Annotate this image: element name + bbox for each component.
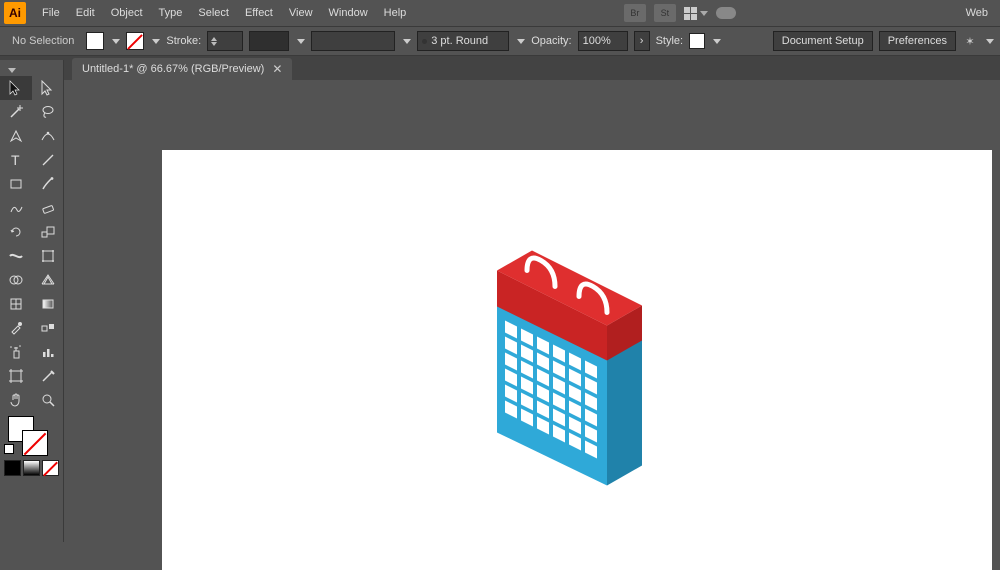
align-icon[interactable]: ✶: [962, 33, 978, 49]
rectangle-tool[interactable]: [0, 172, 32, 196]
selection-status: No Selection: [6, 35, 80, 47]
preferences-button[interactable]: Preferences: [879, 31, 956, 51]
control-bar: No Selection Stroke: 3 pt. Round Opacity…: [0, 26, 1000, 56]
document-setup-button[interactable]: Document Setup: [773, 31, 873, 51]
eyedropper-tool[interactable]: [0, 316, 32, 340]
default-fillstroke-icon[interactable]: [4, 444, 14, 454]
lasso-tool[interactable]: [32, 100, 64, 124]
brush-dropdown-icon[interactable]: [403, 39, 411, 44]
style-swatch[interactable]: [689, 33, 705, 49]
opacity-slider-toggle[interactable]: ›: [634, 31, 650, 51]
workspace[interactable]: [72, 80, 1000, 542]
free-transform-tool[interactable]: [32, 244, 64, 268]
fill-dropdown-icon[interactable]: [112, 39, 120, 44]
app-logo: Ai: [4, 2, 26, 24]
selection-tool[interactable]: [0, 76, 32, 100]
stroke-label: Stroke:: [166, 35, 201, 47]
calendar-artwork: [467, 210, 687, 493]
color-mode-none[interactable]: [42, 460, 59, 476]
opacity-label: Opacity:: [531, 35, 571, 47]
zoom-tool[interactable]: [32, 388, 64, 412]
artboard-tool[interactable]: [0, 364, 32, 388]
opacity-value: 100%: [583, 35, 611, 47]
menu-file[interactable]: File: [34, 3, 68, 23]
stock-icon[interactable]: St: [654, 4, 676, 22]
rotate-tool[interactable]: [0, 220, 32, 244]
column-graph-tool[interactable]: [32, 340, 64, 364]
menu-edit[interactable]: Edit: [68, 3, 103, 23]
width-tool[interactable]: [0, 244, 32, 268]
document-tab-title: Untitled-1* @ 66.67% (RGB/Preview): [82, 63, 264, 75]
type-tool[interactable]: T: [0, 148, 32, 172]
artboard[interactable]: [162, 150, 992, 570]
shape-builder-tool[interactable]: [0, 268, 32, 292]
line-tool[interactable]: [32, 148, 64, 172]
blend-tool[interactable]: [32, 316, 64, 340]
scale-tool[interactable]: [32, 220, 64, 244]
magic-wand-tool[interactable]: [0, 100, 32, 124]
bridge-icon[interactable]: Br: [624, 4, 646, 22]
stroke-color-icon[interactable]: [22, 430, 48, 456]
brush-name: 3 pt. Round: [431, 35, 488, 47]
curvature-tool[interactable]: [32, 124, 64, 148]
brush-select[interactable]: 3 pt. Round: [417, 31, 509, 51]
stroke-swatch[interactable]: [126, 32, 144, 50]
symbol-sprayer-tool[interactable]: [0, 340, 32, 364]
document-tab[interactable]: Untitled-1* @ 66.67% (RGB/Preview) ✕: [72, 58, 292, 80]
opacity-input[interactable]: 100%: [578, 31, 628, 51]
arrange-documents-icon[interactable]: [684, 7, 708, 20]
close-tab-icon[interactable]: ✕: [272, 62, 282, 76]
menu-help[interactable]: Help: [376, 3, 415, 23]
toolbox: T: [0, 60, 64, 542]
sync-icon[interactable]: [716, 7, 736, 19]
stroke-dropdown-icon[interactable]: [152, 39, 160, 44]
toolbox-handle[interactable]: [0, 64, 63, 76]
svg-text:T: T: [11, 152, 20, 168]
menu-type[interactable]: Type: [151, 3, 191, 23]
menu-window[interactable]: Window: [321, 3, 376, 23]
color-mode-gradient[interactable]: [23, 460, 40, 476]
align-dropdown-icon[interactable]: [986, 39, 994, 44]
brush-dot-icon: [422, 39, 427, 44]
perspective-grid-tool[interactable]: [32, 268, 64, 292]
color-mode-row: [0, 458, 63, 476]
workspace-switcher[interactable]: Web: [946, 3, 996, 23]
hand-tool[interactable]: [0, 388, 32, 412]
stroke-weight-input[interactable]: [207, 31, 243, 51]
menu-effect[interactable]: Effect: [237, 3, 281, 23]
menu-object[interactable]: Object: [103, 3, 151, 23]
style-label: Style:: [656, 35, 684, 47]
gradient-tool[interactable]: [32, 292, 64, 316]
paintbrush-tool[interactable]: [32, 172, 64, 196]
style-dropdown-icon[interactable]: [713, 39, 721, 44]
fill-swatch[interactable]: [86, 32, 104, 50]
brush-select-dropdown-icon[interactable]: [517, 39, 525, 44]
shaper-tool[interactable]: [0, 196, 32, 220]
color-mode-solid[interactable]: [4, 460, 21, 476]
eraser-tool[interactable]: [32, 196, 64, 220]
variable-width-profile[interactable]: [249, 31, 289, 51]
direct-selection-tool[interactable]: [32, 76, 64, 100]
slice-tool[interactable]: [32, 364, 64, 388]
fill-stroke-control[interactable]: [0, 412, 63, 458]
menu-bar: Ai File Edit Object Type Select Effect V…: [0, 0, 1000, 26]
brush-definition[interactable]: [311, 31, 395, 51]
width-profile-dropdown-icon[interactable]: [297, 39, 305, 44]
menu-select[interactable]: Select: [190, 3, 237, 23]
pen-tool[interactable]: [0, 124, 32, 148]
document-tabs: Untitled-1* @ 66.67% (RGB/Preview) ✕: [0, 56, 1000, 80]
mesh-tool[interactable]: [0, 292, 32, 316]
menu-view[interactable]: View: [281, 3, 321, 23]
